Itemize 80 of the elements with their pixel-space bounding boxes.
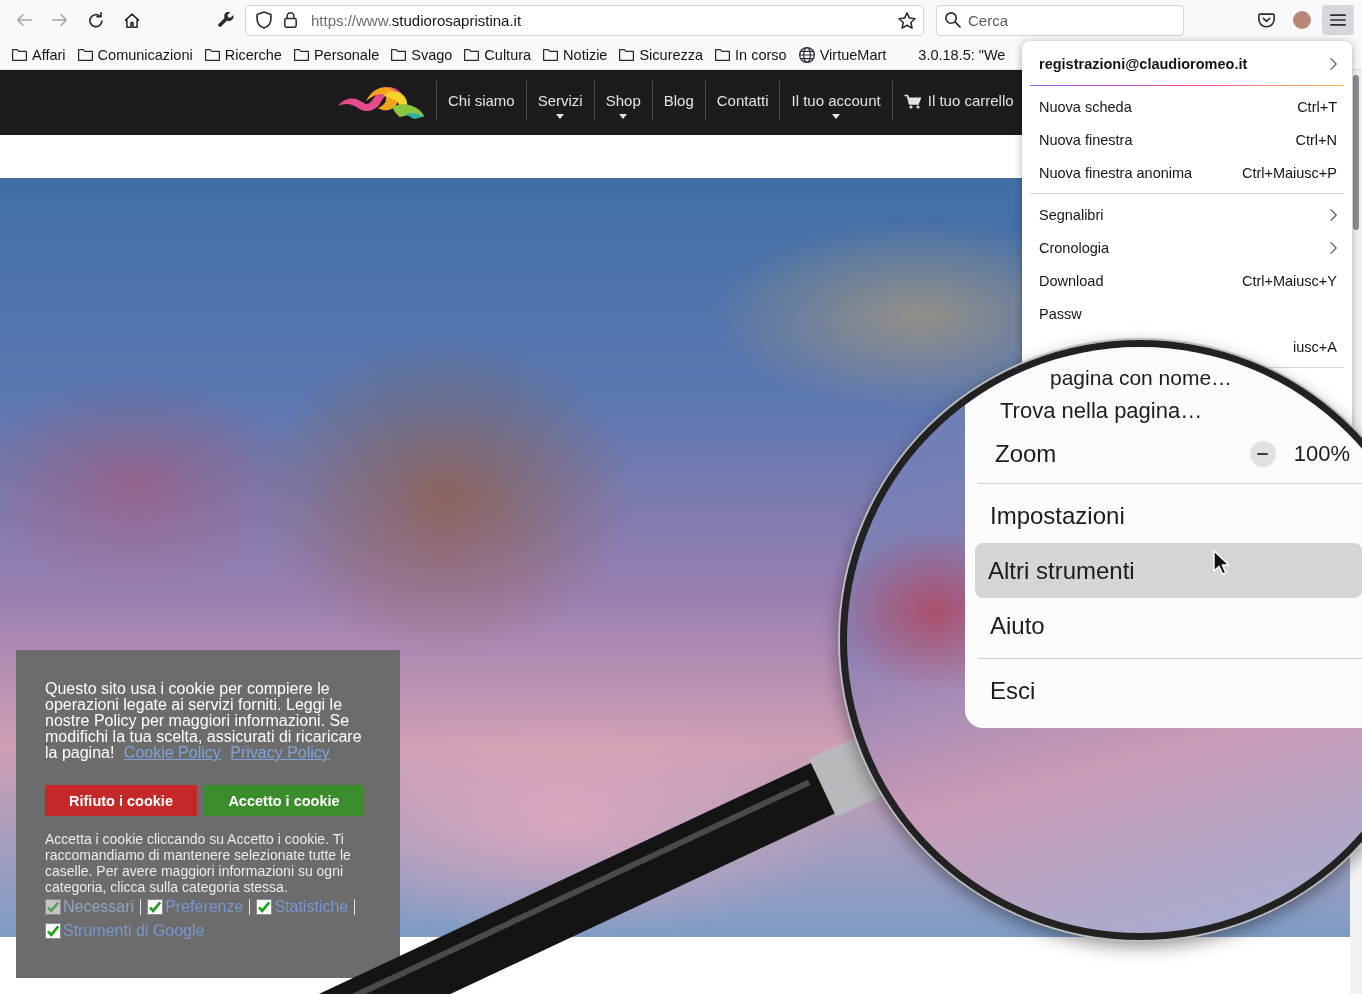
menu-item[interactable]: Esci [965, 663, 1050, 718]
arrow-right-icon [52, 13, 68, 27]
nav-link[interactable]: Servizi [537, 81, 583, 119]
menu-item[interactable]: Nuova finestra anonima Ctrl+Maiusc+P [1030, 156, 1344, 189]
shortcut-text: Ctrl+Maiusc+Y [1241, 272, 1337, 289]
menu-item[interactable]: Trova nella pagina… [965, 392, 1217, 430]
folder-icon [464, 48, 480, 61]
menu-item[interactable]: Cronologia [1030, 231, 1344, 264]
zoom-label: Zoom [995, 440, 1057, 468]
folder-icon [12, 48, 27, 61]
nav-link[interactable]: Chi siamo [448, 81, 515, 110]
search-icon [945, 12, 961, 28]
folder-icon [391, 48, 407, 61]
reject-cookies-button[interactable]: Rifiuto i cookie [45, 785, 197, 816]
bookmark-item[interactable]: VirtueMart [798, 46, 887, 63]
nav-link[interactable]: Il tuo carrello [903, 81, 1014, 110]
shortcut-text: iusc+A [1293, 338, 1337, 355]
menu-item[interactable]: Nuova scheda Ctrl+T [1030, 90, 1344, 123]
arrow-left-icon [16, 13, 32, 27]
reload-icon [88, 12, 104, 28]
nav-link[interactable]: Il tuo account [791, 81, 881, 119]
bookmark-item[interactable]: In corso [715, 46, 787, 63]
cursor-icon [1213, 550, 1230, 575]
folder-icon [715, 48, 731, 61]
zoom-level-text: 100% [1293, 441, 1350, 467]
folder-icon [293, 48, 309, 61]
menu-item[interactable]: pagina con nome… [965, 364, 1233, 392]
url-field[interactable]: https://www.studiorosapristina.it [245, 4, 924, 36]
bookmark-item[interactable]: 3.0.18.5: "We [918, 46, 1006, 63]
accept-cookies-button[interactable]: Accetto i cookie [204, 785, 364, 816]
bookmark-item[interactable]: Notizie [543, 46, 608, 63]
bookmark-item[interactable]: Ricerche [204, 46, 282, 63]
url-text: https://www.studiorosapristina.it [311, 11, 523, 29]
lock-icon [284, 12, 297, 28]
menu-item[interactable]: Download Ctrl+Maiusc+Y [1030, 264, 1344, 297]
bookmark-item[interactable]: Comunicazioni [77, 46, 193, 63]
bookmark-item[interactable]: Svago [391, 46, 453, 63]
menu-item[interactable]: Nuova finestra Ctrl+N [1030, 123, 1344, 156]
cookie-info-text: Accetta i cookie cliccando su Accetto i cookie. Ti raccomandiamo di mantenere selezionate tutte le caselle. Per avere maggiori informazioni su ogni categoria, clicca sulla categoria stessa. [45, 831, 352, 895]
folder-icon [204, 48, 220, 61]
chevron-right-icon [1330, 58, 1337, 70]
bookmark-item[interactable]: Cultura [464, 46, 532, 63]
shield-icon [256, 11, 272, 29]
checkbox[interactable] [256, 899, 273, 915]
zoom-out-button[interactable] [1249, 441, 1276, 467]
folder-icon [543, 48, 559, 61]
shortcut-text: Ctrl+T [1297, 98, 1337, 115]
menu-icon [1330, 14, 1346, 26]
cart-icon [903, 93, 922, 109]
account-menu-item[interactable]: registrazioni@claudioromeo.it [1030, 43, 1344, 85]
shortcut-text: Ctrl+N [1295, 131, 1337, 148]
folder-icon [619, 48, 635, 61]
shortcut-text: Ctrl+Maiusc+P [1241, 164, 1337, 181]
menu-item[interactable]: Impostazioni [965, 488, 1139, 543]
minus-icon [1257, 453, 1269, 455]
bookmark-star-icon[interactable] [898, 11, 916, 29]
menu-item[interactable]: Segnalibri [1030, 198, 1344, 231]
avatar-icon [1293, 11, 1311, 29]
globe-icon [798, 46, 815, 63]
nav-link[interactable]: Blog [663, 81, 694, 110]
wrench-icon [218, 12, 234, 28]
menu-item[interactable]: Passw [1030, 297, 1344, 330]
menu-item[interactable]: Altri strumenti [975, 543, 1362, 598]
scrollbar-thumb[interactable] [1353, 75, 1359, 230]
home-icon [124, 12, 140, 28]
nav-link[interactable]: Contatti [716, 81, 769, 110]
bookmark-item[interactable]: Sicurezza [619, 46, 704, 63]
bookmark-item[interactable]: Personale [293, 46, 380, 63]
nav-link[interactable]: Shop [605, 81, 641, 119]
folder-icon [77, 48, 93, 61]
checkbox[interactable] [45, 923, 61, 939]
bookmark-item[interactable]: Affari [12, 46, 66, 63]
pocket-icon [1257, 12, 1275, 28]
checkbox[interactable] [147, 899, 164, 915]
menu-button[interactable] [1322, 5, 1354, 35]
chevron-right-icon [1330, 208, 1337, 221]
search-field[interactable]: Cerca [936, 4, 1184, 36]
menu-item[interactable]: Aiuto [965, 598, 1059, 653]
cookie-notice-text: Questo sito usa i cookie per compiere le operazioni legate ai servizi forniti. Leggi le nostre Policy per maggiori informazioni. Se modifichi la tua scelta, assicurati di ricaricare la pagina! Cookie Policy Privacy Policy [45, 681, 363, 761]
chevron-right-icon [1330, 241, 1337, 254]
